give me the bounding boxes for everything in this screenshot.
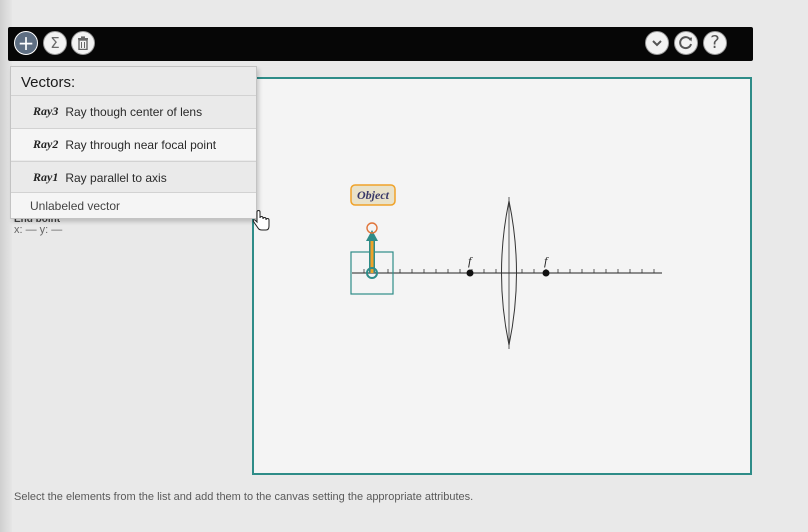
focal-label-left: f bbox=[468, 254, 473, 268]
ray3-id: Ray3 bbox=[33, 104, 59, 118]
ray3-label: Ray though center of lens bbox=[65, 104, 203, 119]
ray2-id: Ray2 bbox=[33, 137, 59, 151]
menu-item-ray2[interactable]: Ray2 Ray through near focal point bbox=[11, 128, 256, 160]
ray1-label: Ray parallel to axis bbox=[65, 170, 167, 185]
plus-icon[interactable]: + bbox=[14, 31, 38, 55]
toolbar: + Σ ? bbox=[8, 27, 753, 61]
unlabeled-vector-label: Unlabeled vector bbox=[30, 198, 121, 213]
help-glyph: ? bbox=[710, 32, 720, 53]
vectors-dropdown: Vectors: Ray3 Ray though center of lens … bbox=[10, 66, 257, 219]
drawing-canvas[interactable]: f f Object bbox=[252, 77, 752, 475]
hand-cursor-icon bbox=[252, 210, 270, 231]
instructions-text: Select the elements from the list and ad… bbox=[14, 491, 474, 503]
focal-point-left[interactable] bbox=[466, 269, 474, 277]
refresh-shape bbox=[679, 36, 692, 50]
chevron-shape bbox=[652, 40, 662, 47]
focal-label-right: f bbox=[544, 254, 549, 268]
trash-shape bbox=[78, 36, 88, 50]
sigma-glyph: Σ bbox=[50, 33, 60, 52]
trash-icon[interactable] bbox=[71, 31, 95, 55]
end-point-coords: x: — y: — bbox=[14, 224, 63, 236]
object-label-text: Object bbox=[357, 188, 390, 202]
menu-item-unlabeled-vector[interactable]: Unlabeled vector bbox=[11, 192, 256, 218]
focal-point-right[interactable] bbox=[542, 269, 550, 277]
ray1-id: Ray1 bbox=[33, 170, 59, 184]
optics-diagram: f f Object bbox=[350, 184, 662, 349]
menu-item-ray3[interactable]: Ray3 Ray though center of lens bbox=[11, 95, 256, 127]
plus-glyph: + bbox=[17, 31, 35, 55]
ray2-label: Ray through near focal point bbox=[65, 137, 217, 152]
sigma-icon[interactable]: Σ bbox=[43, 31, 67, 55]
vectors-header: Vectors: bbox=[21, 74, 76, 91]
chevron-down-icon[interactable] bbox=[645, 31, 669, 55]
refresh-icon[interactable] bbox=[674, 31, 698, 55]
help-icon[interactable]: ? bbox=[703, 31, 727, 55]
menu-item-ray1[interactable]: Ray1 Ray parallel to axis bbox=[11, 161, 256, 193]
